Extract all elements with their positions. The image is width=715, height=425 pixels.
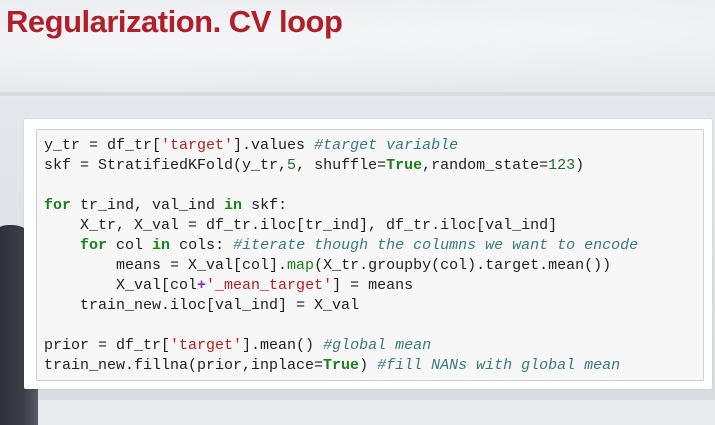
keyword: in	[152, 237, 171, 254]
keyword: True	[386, 157, 423, 174]
code-line-5: X_tr, X_val = df_tr.iloc[tr_ind], df_tr.…	[44, 216, 638, 236]
code-line-2: skf = StratifiedKFold(y_tr,5, shuffle=Tr…	[44, 156, 638, 176]
code-text: col	[107, 237, 153, 254]
builtin: map	[287, 257, 315, 274]
divider	[0, 92, 715, 96]
code-line-11: prior = df_tr['target'].mean() #global m…	[44, 336, 638, 356]
code-card: y_tr = df_tr['target'].values #target va…	[24, 119, 712, 389]
slide-title: Regularization. CV loop	[6, 4, 343, 39]
keyword: in	[224, 197, 243, 214]
code-text: means = X_val[col].	[44, 257, 288, 274]
keyword: for	[80, 237, 108, 254]
operator: +	[197, 277, 207, 294]
code-line-12: train_new.fillna(prior,inplace=True) #fi…	[44, 356, 638, 376]
code-text: )	[359, 357, 378, 374]
code-text: )	[575, 157, 585, 174]
code-text: cols:	[170, 237, 234, 254]
code-line-1: y_tr = df_tr['target'].values #target va…	[44, 136, 638, 156]
code-text: (X_tr.groupby(col).target.mean())	[314, 257, 612, 274]
code-text: prior = df_tr[	[44, 337, 171, 354]
number-literal: 123	[548, 157, 576, 174]
code-text: ,random_state=	[422, 157, 549, 174]
code-text: ].values	[233, 137, 315, 154]
code-comment: #target variable	[314, 137, 459, 154]
code-text: train_new.iloc[val_ind] = X_val	[44, 297, 360, 314]
keyword: True	[323, 357, 360, 374]
keyword: for	[44, 197, 72, 214]
code-line-9: train_new.iloc[val_ind] = X_val	[44, 296, 638, 316]
string-literal: 'target'	[161, 137, 234, 154]
code-text: skf:	[242, 197, 288, 214]
code-line-8: X_val[col+'_mean_target'] = means	[44, 276, 638, 296]
string-literal: 'target'	[170, 337, 243, 354]
code-block: y_tr = df_tr['target'].values #target va…	[44, 136, 638, 376]
code-text: y_tr = df_tr[	[44, 137, 162, 154]
code-comment: #iterate though the columns we want to e…	[233, 237, 639, 254]
number-literal: 5	[287, 157, 297, 174]
code-text: X_tr, X_val = df_tr.iloc[tr_ind], df_tr.…	[44, 217, 558, 234]
code-text: X_val[col	[44, 277, 198, 294]
code-text: , shuffle=	[296, 157, 387, 174]
code-line-6: for col in cols: #iterate though the col…	[44, 236, 638, 256]
code-line-4: for tr_ind, val_ind in skf:	[44, 196, 638, 216]
code-text: tr_ind, val_ind	[71, 197, 225, 214]
string-literal: '_mean_target'	[206, 277, 333, 294]
code-comment: #fill NANs with global mean	[377, 357, 621, 374]
code-text: ].mean()	[242, 337, 324, 354]
code-text: skf = StratifiedKFold(y_tr,	[44, 157, 288, 174]
code-cell: y_tr = df_tr['target'].values #target va…	[36, 129, 704, 381]
code-line-7: means = X_val[col].map(X_tr.groupby(col)…	[44, 256, 638, 276]
code-text: ] = means	[332, 277, 414, 294]
code-text: train_new.fillna(prior,inplace=	[44, 357, 324, 374]
code-comment: #global mean	[323, 337, 432, 354]
